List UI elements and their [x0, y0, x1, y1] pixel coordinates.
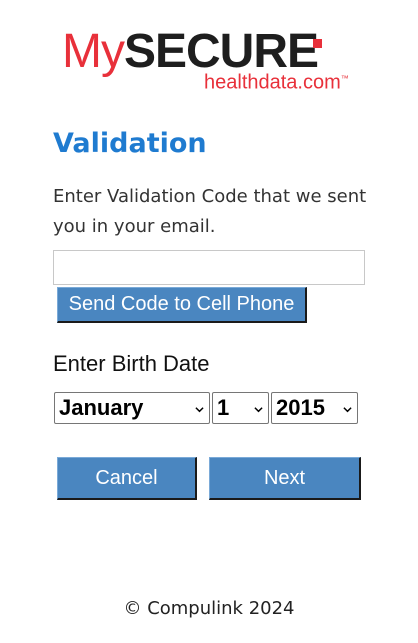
birth-day-value: 1 [217, 395, 230, 420]
birth-month-select[interactable]: January [54, 392, 210, 424]
footer-copyright: © Compulink 2024 [123, 598, 295, 619]
birth-date-label: Enter Birth Date [53, 351, 210, 376]
logo-my-text: My [62, 25, 125, 78]
cancel-button[interactable]: Cancel [57, 457, 197, 500]
logo-subtext: healthdata.com™ [204, 68, 349, 94]
birth-month-value: January [59, 395, 144, 420]
send-code-to-cell-phone-button[interactable]: Send Code to Cell Phone [57, 287, 307, 323]
birth-year-value: 2015 [276, 395, 325, 420]
birth-year-select[interactable]: 2015 [271, 392, 358, 424]
validation-code-input[interactable] [53, 250, 365, 285]
chevron-down-icon [195, 407, 204, 413]
logo-accent-square [313, 39, 322, 48]
logo-trademark: ™ [340, 74, 349, 83]
chevron-down-icon [254, 407, 263, 413]
mysecure-logo: MySECURE healthdata.com™ [62, 24, 362, 94]
logo-domain-text: healthdata.com [204, 71, 341, 94]
chevron-down-icon [343, 407, 352, 413]
birth-day-select[interactable]: 1 [212, 392, 269, 424]
next-button[interactable]: Next [209, 457, 361, 500]
page-title: Validation [53, 128, 207, 159]
validation-instruction: Enter Validation Code that we sent you i… [53, 186, 367, 237]
